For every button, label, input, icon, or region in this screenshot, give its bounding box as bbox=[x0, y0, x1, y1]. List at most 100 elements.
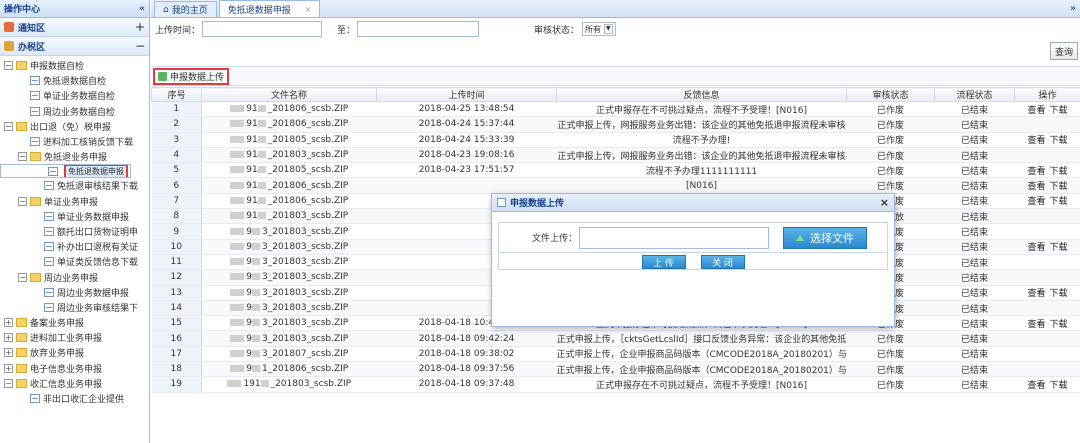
row-number: 18 bbox=[151, 361, 202, 378]
tree-node[interactable]: 免抵退数据自检 bbox=[0, 73, 149, 88]
toggle-icon[interactable]: − bbox=[4, 121, 13, 131]
tree-node[interactable]: − 申报数据自检 bbox=[0, 58, 149, 73]
view-link[interactable]: 查看 bbox=[1027, 289, 1045, 299]
tree-node[interactable]: − 免抵退业务申报 bbox=[0, 149, 149, 164]
table-row: 16 9 3_201803_scsb.ZIP 2018-04-18 09:42:24 正… bbox=[151, 330, 1080, 347]
audit-status-cell: 已作废 bbox=[846, 101, 935, 118]
view-link[interactable]: 查看 bbox=[1027, 182, 1045, 192]
audit-status-cell: 已作废 bbox=[846, 116, 935, 133]
file-path-input[interactable] bbox=[579, 226, 769, 249]
audit-status-cell: 已作废 bbox=[846, 346, 935, 363]
download-link[interactable]: 下载 bbox=[1050, 197, 1068, 207]
view-link[interactable]: 查看 bbox=[1027, 136, 1045, 146]
tree-node[interactable]: 进料加工核销反馈下载 bbox=[0, 134, 149, 149]
tree-node[interactable]: + 电子信息业务申报 bbox=[0, 361, 149, 376]
upload-data-button[interactable]: 申报数据上传 bbox=[153, 68, 230, 85]
file-name-cell: 91 _201803_scsb.ZIP bbox=[201, 147, 377, 164]
view-link[interactable]: 查看 bbox=[1027, 167, 1045, 177]
tree-node-label: 出口退（免）税申报 bbox=[30, 122, 112, 133]
tree-node[interactable]: − 收汇信息业务申报 bbox=[0, 376, 149, 391]
toggle-icon[interactable]: + bbox=[4, 333, 13, 343]
file-name-cell: 91 _201803_scsb.ZIP bbox=[201, 208, 377, 225]
file-suffix: _201806_scsb.ZIP bbox=[267, 119, 349, 130]
close-tab-icon[interactable]: × bbox=[305, 5, 312, 14]
tree-node[interactable]: 非出口收汇企业提供 bbox=[0, 391, 149, 406]
tree-node[interactable]: + 备案业务申报 bbox=[0, 315, 149, 330]
close-button[interactable]: 关 闭 bbox=[700, 255, 745, 269]
view-link[interactable]: 查看 bbox=[1027, 197, 1045, 207]
tree-node[interactable]: − 出口退（免）税申报 bbox=[0, 119, 149, 134]
view-link[interactable]: 查看 bbox=[1027, 320, 1045, 330]
collapse-zone-icon[interactable]: − bbox=[135, 39, 145, 53]
tree-node[interactable]: 额托出口货物证明申 bbox=[0, 224, 149, 239]
page-icon bbox=[30, 76, 40, 86]
toggle-icon[interactable]: − bbox=[18, 272, 27, 282]
column-header: 流程状态 bbox=[934, 87, 1015, 102]
table-row: 5 91 _201805_scsb.ZIP 2018-04-23 17:51:57 流程… bbox=[151, 162, 1080, 179]
status-select[interactable]: 所有 ▼ bbox=[582, 22, 616, 36]
tree-node[interactable]: 单证业务数据申报 bbox=[0, 209, 149, 224]
table-row: 2 91 _201806_scsb.ZIP 2018-04-24 15:37:44 正式… bbox=[151, 116, 1080, 133]
toggle-icon[interactable]: + bbox=[4, 348, 13, 358]
tree-node[interactable]: 免抵退审核结果下载 bbox=[0, 178, 149, 193]
upload-time-cell: 2018-04-23 19:08:16 bbox=[376, 147, 557, 164]
view-link[interactable]: 查看 bbox=[1027, 243, 1045, 253]
operation-cell: 查看 下载 bbox=[1014, 132, 1080, 148]
tree-node[interactable]: 补办出口退税有关证 bbox=[0, 239, 149, 254]
expand-icon[interactable]: + bbox=[135, 20, 145, 34]
download-link[interactable]: 下载 bbox=[1050, 320, 1068, 330]
start-date-input[interactable] bbox=[202, 21, 323, 37]
tree-node[interactable]: 周边业务数据申报 bbox=[0, 285, 149, 300]
redacted-block bbox=[252, 227, 260, 235]
download-link[interactable]: 下载 bbox=[1050, 182, 1068, 192]
tree-node[interactable]: + 进料加工业务申报 bbox=[0, 330, 149, 345]
tab-declare[interactable]: 免抵退数据申报 × bbox=[218, 0, 321, 17]
tab-home[interactable]: ⌂ 我的主页 bbox=[154, 1, 217, 17]
download-link[interactable]: 下载 bbox=[1050, 167, 1068, 177]
choose-file-button[interactable]: 选择文件 bbox=[783, 226, 867, 249]
file-suffix: _201805_scsb.ZIP bbox=[267, 134, 349, 145]
file-name-cell: 9 3_201803_scsb.ZIP bbox=[201, 254, 377, 271]
close-icon[interactable]: × bbox=[880, 196, 889, 209]
redacted-block bbox=[252, 349, 260, 357]
dropdown-icon: ▼ bbox=[604, 24, 613, 34]
collapse-icon[interactable]: « bbox=[139, 4, 145, 14]
process-status-cell: 已结束 bbox=[934, 330, 1015, 347]
nav-tree: − 申报数据自检 免抵退数据自检 单证业务数据自检 周边业务数据自检 − 出口退（免）税申报… bbox=[0, 56, 149, 406]
dialog-body: 文件上传： 选择文件 上 传 关 闭 bbox=[498, 222, 888, 270]
upload-time-cell: 2018-04-24 15:33:39 bbox=[376, 132, 557, 148]
tree-node[interactable]: 周边业务审核结果下 bbox=[0, 300, 149, 315]
redacted-block bbox=[257, 196, 266, 204]
tab-scroll-icon[interactable]: » bbox=[1070, 3, 1076, 14]
tree-node[interactable]: − 周边业务申报 bbox=[0, 269, 149, 284]
feedback-cell: 正式申报上传，企业申报商品码版本（CMCODE2018A_20180201）与 bbox=[556, 346, 847, 363]
toggle-icon[interactable]: + bbox=[4, 363, 13, 373]
query-button[interactable]: 查询 bbox=[1049, 42, 1078, 60]
operation-cell bbox=[1014, 346, 1080, 363]
toggle-icon[interactable]: − bbox=[4, 61, 13, 71]
download-link[interactable]: 下载 bbox=[1050, 243, 1068, 253]
upload-button[interactable]: 上 传 bbox=[641, 255, 686, 269]
tree-node[interactable]: 单证业务数据自检 bbox=[0, 88, 149, 103]
download-link[interactable]: 下载 bbox=[1050, 289, 1068, 299]
main-area: ⌂ 我的主页 免抵退数据申报 × » 上传时间： 至： 审核状态： 所有 ▼ 查… bbox=[151, 0, 1080, 443]
toggle-icon[interactable]: − bbox=[4, 378, 13, 388]
file-name-cell: 9 3_201803_scsb.ZIP bbox=[201, 315, 377, 332]
toggle-icon[interactable]: − bbox=[18, 152, 27, 162]
toggle-icon[interactable]: − bbox=[18, 196, 27, 206]
tree-node[interactable]: 周边业务数据自检 bbox=[0, 104, 149, 119]
end-date-input[interactable] bbox=[357, 21, 480, 37]
download-link[interactable]: 下载 bbox=[1050, 136, 1068, 146]
zone-tax[interactable]: 办税区 − bbox=[0, 37, 149, 56]
zone-notice[interactable]: 通知区 + bbox=[0, 18, 149, 37]
tree-node[interactable]: − 单证业务申报 bbox=[0, 194, 149, 209]
tree-node[interactable]: 免抵退数据申报 bbox=[0, 164, 131, 179]
view-link[interactable]: 查看 bbox=[1027, 106, 1045, 116]
tree-node[interactable]: 单证类反馈信息下载 bbox=[0, 254, 149, 269]
download-link[interactable]: 下载 bbox=[1050, 106, 1068, 116]
redacted-block bbox=[230, 273, 245, 281]
download-link[interactable]: 下载 bbox=[1050, 381, 1068, 391]
view-link[interactable]: 查看 bbox=[1027, 381, 1045, 391]
toggle-icon[interactable]: + bbox=[4, 318, 13, 328]
tree-node[interactable]: + 放弃业务申报 bbox=[0, 345, 149, 360]
